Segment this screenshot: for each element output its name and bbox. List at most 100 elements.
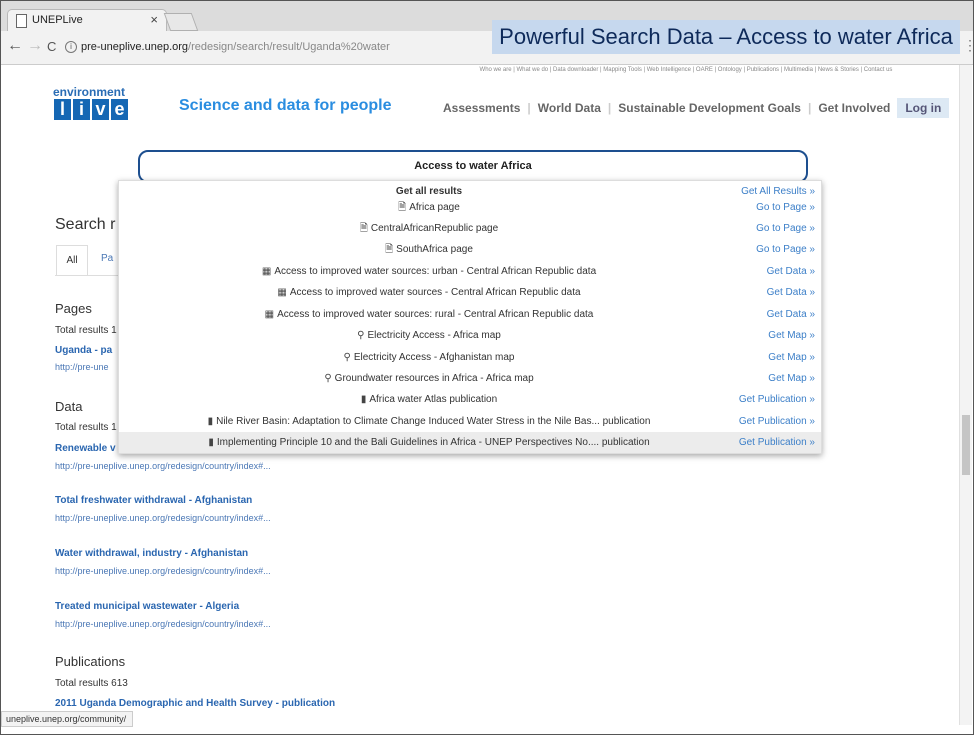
data-heading: Data (55, 399, 83, 414)
suggestion-action-link[interactable]: Get Map » (768, 347, 815, 368)
suggestion-row[interactable]: ⚲ Electricity Access - Africa map Get Map… (119, 325, 821, 346)
back-arrow-icon[interactable]: ← (7, 37, 23, 55)
map-marker-icon: ⚲ (343, 352, 351, 363)
data-total: Total results 1 (55, 422, 117, 433)
logo-letter: v (92, 99, 109, 120)
suggestion-action-link[interactable]: Get Publication » (739, 411, 815, 432)
suggestion-row[interactable]: ▦ Access to improved water sources: rural… (119, 304, 821, 325)
suggestion-action-link[interactable]: Go to Page » (756, 239, 815, 260)
tab-pages[interactable]: Pa (101, 253, 113, 264)
suggestion-label: Access to improved water sources: urban … (274, 266, 597, 277)
chart-icon: ▦ (261, 266, 272, 277)
result-url[interactable]: http://pre-uneplive.unep.org/redesign/co… (55, 619, 271, 629)
url-host: pre-uneplive.unep.org (81, 41, 189, 53)
suggestion-row[interactable]: ▦ Access to improved water sources: urban… (119, 261, 821, 282)
suggestion-action-link[interactable]: Get Data » (767, 304, 815, 325)
result-url[interactable]: http://pre-uneplive.unep.org/redesign/co… (55, 513, 271, 523)
page-favicon-icon (16, 14, 27, 28)
suggestion-row[interactable]: ⚲ Electricity Access - Afghanistan map Ge… (119, 347, 821, 368)
suggestion-label: Electricity Access - Afghanistan map (353, 352, 515, 363)
suggestion-row[interactable]: ▮ Africa water Atlas publication Get Publ… (119, 389, 821, 410)
suggestion-row-highlighted[interactable]: ▮ Implementing Principle 10 and the Bali … (119, 432, 821, 453)
suggestion-row[interactable]: ⚲ Groundwater resources in Africa - Afric… (119, 368, 821, 389)
book-icon: ▮ (208, 437, 214, 448)
suggestion-row[interactable]: 🗎 CentralAfricanRepublic page Go to Page … (119, 218, 821, 239)
nav-get-involved[interactable]: Get Involved (811, 101, 897, 115)
result-url[interactable]: http://pre-une (55, 362, 109, 372)
publications-total: Total results 613 (55, 678, 128, 689)
forward-arrow-icon[interactable]: → (27, 37, 43, 55)
logo-letter: i (73, 99, 90, 120)
suggestion-label: Access to improved water sources: rural … (277, 309, 594, 320)
reload-icon[interactable]: C (47, 39, 56, 54)
tab-all[interactable]: All (56, 245, 88, 276)
suggestion-row[interactable]: 🗎 Africa page Go to Page » (119, 197, 821, 218)
suggestion-label: Electricity Access - Africa map (367, 330, 501, 341)
result-link[interactable]: Renewable v (55, 443, 116, 454)
info-icon[interactable]: i (65, 41, 77, 54)
book-icon: ▮ (207, 416, 214, 427)
suggestion-label: Implementing Principle 10 and the Bali G… (216, 437, 650, 448)
map-marker-icon: ⚲ (324, 373, 332, 384)
page-icon: 🗎 (398, 202, 407, 213)
result-link[interactable]: Total freshwater withdrawal - Afghanista… (55, 495, 252, 506)
url-path: /redesign/search/result/Uganda%20water (188, 41, 390, 53)
suggestion-label: Nile River Basin: Adaptation to Climate … (216, 416, 651, 427)
nav-world-data[interactable]: World Data (531, 101, 608, 115)
result-link[interactable]: Uganda - pa (55, 345, 112, 356)
result-url[interactable]: http://pre-uneplive.unep.org/redesign/co… (55, 566, 271, 576)
result-link[interactable]: Water withdrawal, industry - Afghanistan (55, 548, 248, 559)
nav-assessments[interactable]: Assessments (436, 101, 527, 115)
vertical-scrollbar[interactable] (959, 65, 972, 725)
publications-heading: Publications (55, 654, 126, 669)
search-suggestions-dropdown: Get all results Get All Results » 🗎 Afric… (118, 180, 822, 454)
browser-tab[interactable]: UNEPLive × (7, 9, 167, 32)
suggestion-action-link[interactable]: Get Map » (768, 325, 815, 346)
top-utility-links[interactable]: Who we are | What we do | Data downloade… (443, 66, 929, 74)
screenshot-frame: UNEPLive × Powerful Search Data – Access… (0, 0, 974, 735)
web-page: Who we are | What we do | Data downloade… (1, 65, 973, 711)
suggestion-action-link[interactable]: Get Map » (768, 368, 815, 389)
suggestion-label: CentralAfricanRepublic page (370, 223, 499, 234)
search-results-heading: Search r (55, 216, 116, 233)
chart-icon: ▦ (264, 309, 275, 320)
result-link[interactable]: 2011 Uganda Demographic and Health Surve… (55, 698, 335, 709)
suggestion-action-link[interactable]: Go to Page » (756, 218, 815, 239)
suggestion-action-link[interactable]: Get Publication » (739, 432, 815, 453)
pages-total: Total results 1 (55, 325, 117, 336)
login-button[interactable]: Log in (897, 98, 950, 118)
tab-title: UNEPLive (32, 14, 83, 26)
main-navigation: Assessments | World Data | Sustainable Devel… (436, 98, 950, 118)
suggestion-label: Groundwater resources in Africa - Africa… (334, 373, 534, 384)
tab-close-icon[interactable]: × (150, 12, 158, 27)
logo-wordmark[interactable]: environment (53, 85, 125, 99)
browser-menu-icon[interactable]: ⋮ (963, 37, 973, 54)
logo-letter: e (111, 99, 128, 120)
result-link[interactable]: Treated municipal wastewater - Algeria (55, 601, 239, 612)
suggestion-action-link[interactable]: Get Publication » (739, 389, 815, 410)
nav-sdg[interactable]: Sustainable Development Goals (611, 101, 808, 115)
slide-title: Powerful Search Data – Access to water A… (492, 20, 960, 54)
site-tagline: Science and data for people (179, 97, 392, 114)
suggestion-row[interactable]: 🗎 SouthAfrica page Go to Page » (119, 239, 821, 260)
result-url[interactable]: http://pre-uneplive.unep.org/redesign/co… (55, 461, 271, 471)
suggestion-label: Africa water Atlas publication (369, 394, 498, 405)
suggestion-action-link[interactable]: Get Data » (767, 282, 815, 303)
chart-icon: ▦ (277, 287, 287, 298)
new-tab-button[interactable] (163, 13, 199, 31)
url-field[interactable]: i pre-uneplive.unep.org/redesign/search/r… (65, 37, 555, 57)
suggestion-label: SouthAfrica page (396, 244, 473, 255)
pages-heading: Pages (55, 301, 92, 316)
suggestion-action-link[interactable]: Get Data » (767, 261, 815, 282)
suggestion-row[interactable]: ▮ Nile River Basin: Adaptation to Climate… (119, 411, 821, 432)
search-input[interactable]: Access to water Africa (138, 150, 808, 183)
logo-letter: l (54, 99, 71, 120)
page-icon: 🗎 (385, 244, 394, 255)
suggestion-row[interactable]: ▦ Access to improved water sources - Cent… (119, 282, 821, 303)
suggestion-label: Access to improved water sources - Centr… (289, 287, 581, 298)
book-icon: ▮ (360, 394, 367, 405)
suggestion-action-link[interactable]: Go to Page » (756, 197, 815, 218)
page-icon: 🗎 (359, 223, 368, 234)
map-marker-icon: ⚲ (357, 330, 365, 341)
scrollbar-thumb[interactable] (962, 415, 970, 475)
